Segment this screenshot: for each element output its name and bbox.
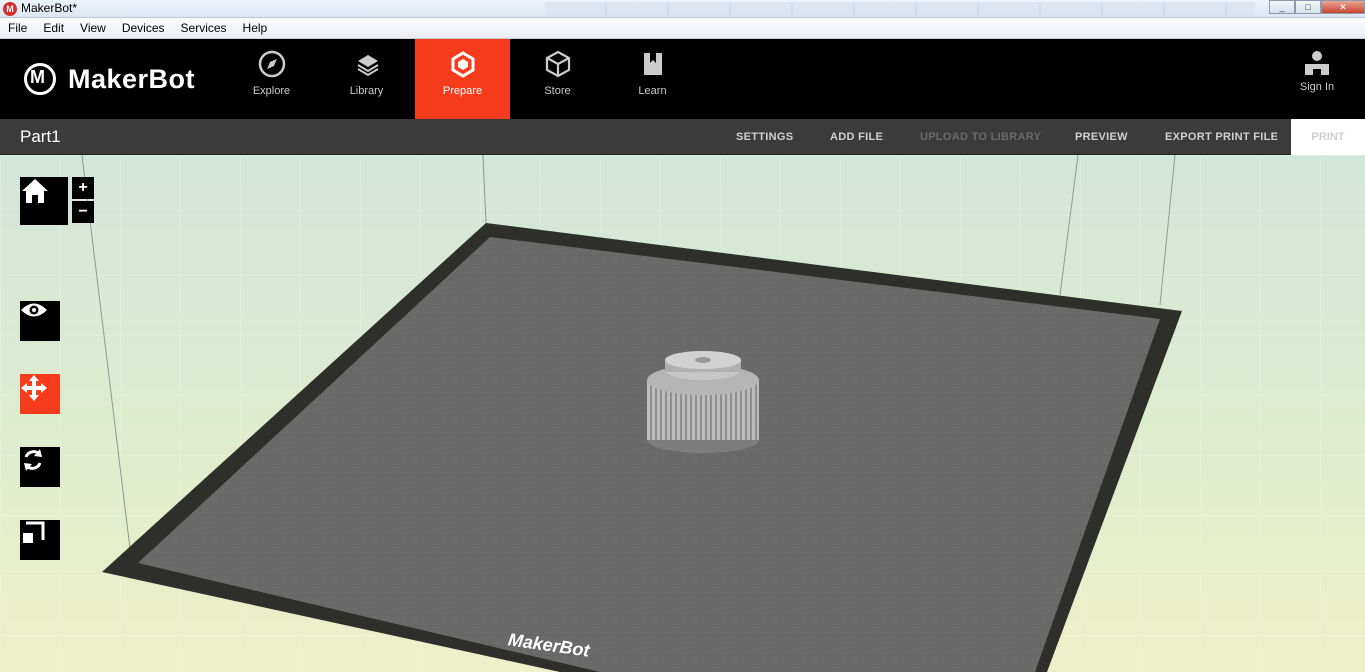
sign-in-button[interactable]: Sign In [1295,49,1339,93]
look-tool-button[interactable] [20,301,60,341]
menu-devices[interactable]: Devices [114,21,173,35]
maximize-button[interactable]: □ [1295,0,1321,14]
menu-services[interactable]: Services [173,21,235,35]
tab-library-label: Library [349,85,384,97]
scale-tool-button[interactable] [20,520,60,560]
makerbot-logo-icon: M [3,2,17,16]
sign-in-label: Sign In [1299,81,1335,93]
box-icon [545,50,570,78]
menu-bar: File Edit View Devices Services Help [0,18,1365,39]
compass-icon [258,50,285,78]
window-titlebar: M MakerBot* _ □ ✕ [0,0,1365,18]
menu-file[interactable]: File [0,21,35,35]
makerbot-logo[interactable]: MakerBot [24,63,195,95]
prepare-icon [451,51,474,78]
3d-viewport[interactable]: MakerBot + − [0,155,1365,672]
tab-explore-label: Explore [252,85,291,97]
menu-view[interactable]: View [72,21,114,35]
zoom-out-button[interactable]: − [72,201,94,223]
project-name[interactable]: Part1 [20,127,61,147]
window-title: MakerBot* [21,1,78,15]
move-icon [21,375,47,401]
print-button[interactable]: PRINT [1291,119,1365,155]
close-button[interactable]: ✕ [1321,0,1365,14]
home-icon [22,179,48,203]
tab-prepare[interactable]: Prepare [415,39,510,119]
upload-to-library-button[interactable]: UPLOAD TO LIBRARY [920,131,1041,143]
rotate-tool-button[interactable] [20,447,60,487]
tab-prepare-label: Prepare [442,85,483,97]
home-view-button[interactable] [20,177,68,225]
tab-library[interactable]: Library [319,39,414,119]
tab-explore[interactable]: Explore [224,39,319,119]
minimize-button[interactable]: _ [1269,0,1295,14]
library-icon [356,55,379,77]
book-icon [643,53,662,75]
menu-edit[interactable]: Edit [35,21,72,35]
build-scene: MakerBot [0,155,1365,672]
tab-store[interactable]: Store [510,39,605,119]
top-navigation: MakerBot Explore Library Prepare Store [0,39,1365,119]
settings-button[interactable]: SETTINGS [736,131,793,143]
tab-learn-label: Learn [638,85,667,97]
makerbot-logo-icon [24,63,56,95]
preview-button[interactable]: PREVIEW [1075,131,1128,143]
user-icon [1305,51,1329,75]
export-print-file-button[interactable]: EXPORT PRINT FILE [1165,131,1278,143]
scale-icon [23,521,45,543]
move-tool-button[interactable] [20,374,60,414]
add-file-button[interactable]: ADD FILE [830,131,883,143]
zoom-in-button[interactable]: + [72,177,94,199]
taskbar-strip [545,2,1255,16]
menu-help[interactable]: Help [235,21,276,35]
logo-text: MakerBot [68,63,196,94]
rotate-icon [24,449,42,471]
project-toolbar: Part1 SETTINGS ADD FILE UPLOAD TO LIBRAR… [0,119,1365,155]
tab-learn[interactable]: Learn [605,39,700,119]
tab-store-label: Store [544,85,571,97]
eye-icon [21,303,47,317]
